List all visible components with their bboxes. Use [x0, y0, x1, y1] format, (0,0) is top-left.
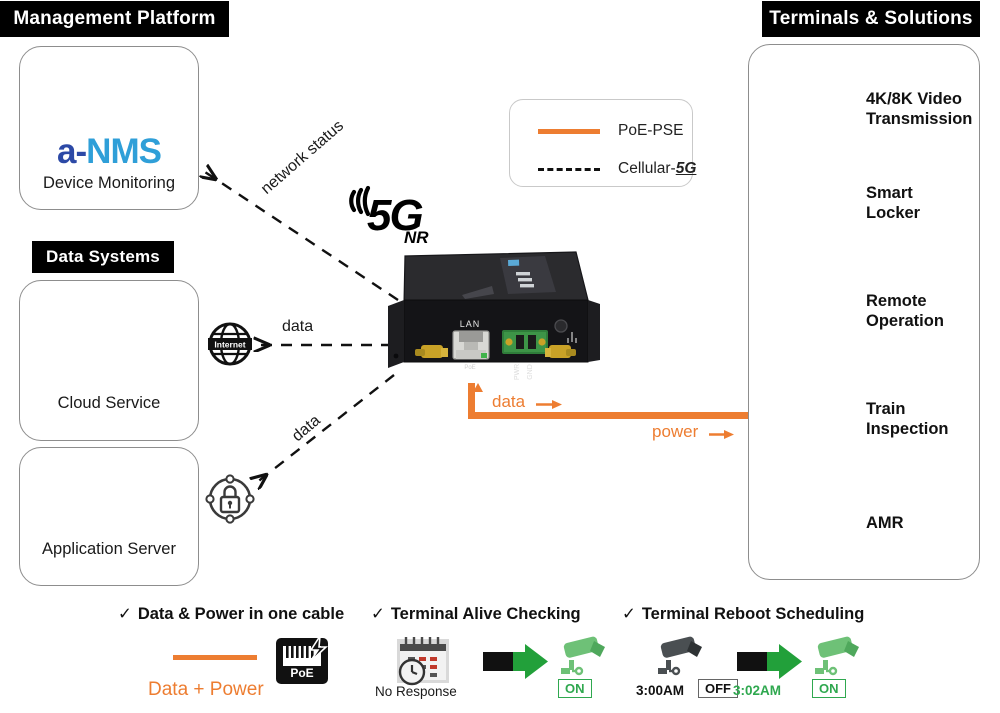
legend-swatch-dashed: [538, 167, 600, 171]
anms-logo-nms: NMS: [86, 132, 162, 171]
terminal-label-video: 4K/8K Video Transmission: [862, 90, 973, 130]
globe-internet-icon: Internet: [208, 322, 252, 366]
card-label-cloud-service: Cloud Service: [57, 394, 161, 412]
poe-power-arrow-icon: [709, 430, 734, 439]
feature-orange-line: [173, 655, 257, 660]
legend-label-cellular: Cellular-5G: [618, 160, 696, 178]
svg-text:PoE: PoE: [290, 666, 313, 680]
calendar-clock-icon: [397, 637, 449, 686]
feature-caption-data-power: Data + Power: [148, 679, 264, 700]
svg-text:PWR: PWR: [514, 364, 521, 380]
five-g-nr-badge: 5G NR: [349, 186, 435, 252]
transition-arrow-icon-2: [737, 644, 802, 679]
excavator-icon-slot: [758, 266, 862, 358]
feature-title-alive-checking-text: Terminal Alive Checking: [390, 605, 581, 623]
terminal-label-remote-line1: Remote: [866, 292, 927, 311]
anms-logo-a: a-: [57, 132, 87, 171]
camera-off-icon: [658, 636, 702, 676]
amr-robot-icon-slot: [758, 478, 862, 570]
state-badge-on-alive: ON: [558, 679, 592, 698]
anms-branding: a-NMS Device Monitoring: [19, 46, 199, 210]
card-label-device-monitoring: Device Monitoring: [42, 174, 176, 192]
card-label-application-server: Application Server: [42, 540, 176, 558]
terminal-label-locker: Smart Locker: [862, 184, 973, 224]
section-badge-management: Management Platform: [0, 1, 229, 37]
terminal-label-amr: AMR: [862, 514, 973, 534]
terminal-label-train-line2: Inspection: [866, 420, 949, 438]
check-icon-3: ✓: [622, 605, 636, 623]
router-device-illustration: LAN PoE PWR GND: [388, 251, 600, 380]
terminal-item-amr[interactable]: AMR: [758, 474, 973, 574]
camera-on-icon-1: [561, 636, 605, 676]
poe-label-data: data: [492, 392, 526, 411]
card-cloud-service[interactable]: [19, 280, 199, 441]
svg-text:LAN: LAN: [460, 319, 481, 329]
terminal-label-remote: Remote Operation: [862, 292, 973, 332]
reboot-time-after: 3:02AM: [733, 683, 782, 698]
feature-title-alive-checking: ✓ Terminal Alive Checking: [371, 604, 581, 624]
terminal-label-video-line1: 4K/8K Video: [866, 90, 962, 109]
terminal-item-locker[interactable]: Smart Locker: [758, 154, 973, 254]
secure-lock-icon: [205, 474, 255, 524]
svg-text:PoE: PoE: [464, 365, 475, 371]
terminal-item-remote-operation[interactable]: Remote Operation: [758, 262, 973, 362]
feature-caption-no-response: No Response: [375, 684, 457, 699]
poe-label-power: power: [652, 422, 699, 441]
feature-title-reboot-scheduling-text: Terminal Reboot Scheduling: [641, 605, 865, 623]
terminal-item-train[interactable]: Train Inspection: [758, 370, 973, 470]
diagram-canvas: Internet LAN PoE PWR GND PoE Management …: [0, 0, 1000, 713]
state-badge-off: OFF: [698, 679, 738, 698]
dome-camera-icon-slot: [758, 64, 862, 156]
svg-text:Internet: Internet: [214, 340, 245, 350]
legend-label-5g: 5G: [675, 160, 697, 177]
feature-title-one-cable-text: Data & Power in one cable: [137, 605, 345, 623]
legend-item-poe-pse: PoE-PSE: [538, 122, 683, 140]
legend-swatch-solid: [538, 128, 600, 134]
feature-title-one-cable: ✓ Data & Power in one cable: [118, 604, 344, 624]
section-badge-terminals: Terminals & Solutions: [762, 1, 980, 37]
terminal-label-locker-line2: Locker: [866, 204, 921, 222]
terminals-list: 4K/8K Video Transmission Smart Locker Re…: [748, 44, 980, 580]
poe-rj45-icon: PoE: [276, 635, 329, 684]
check-icon-2: ✓: [371, 605, 385, 623]
reboot-time-before: 3:00AM: [636, 683, 685, 698]
check-icon-1: ✓: [118, 605, 132, 623]
camera-on-icon-2: [815, 636, 859, 676]
anms-logo-text: a-NMS: [19, 134, 199, 169]
transition-arrow-icon-1: [483, 644, 548, 679]
terminal-label-remote-line2: Operation: [866, 312, 944, 330]
state-badge-on-reboot: ON: [812, 679, 846, 698]
terminal-item-video[interactable]: 4K/8K Video Transmission: [758, 60, 973, 160]
svg-text:GND: GND: [527, 364, 534, 380]
smart-locker-icon-slot: [758, 158, 862, 250]
feature-title-reboot-scheduling: ✓ Terminal Reboot Scheduling: [622, 604, 864, 624]
terminal-label-locker-line1: Smart: [866, 184, 913, 203]
terminal-label-amr-line1: AMR: [866, 514, 904, 533]
legend-label-poe-pse: PoE-PSE: [618, 122, 684, 139]
connection-label-data-internet: data: [282, 318, 314, 335]
legend-item-cellular-5g: Cellular-5G: [538, 160, 696, 178]
card-application-server[interactable]: [19, 447, 199, 586]
terminal-label-train-line1: Train: [866, 400, 906, 419]
legend-box: PoE-PSE Cellular-5G: [509, 99, 696, 187]
terminal-label-video-line2: Transmission: [866, 110, 973, 128]
poe-line-horizontal: [468, 412, 748, 419]
terminal-label-train: Train Inspection: [862, 400, 973, 440]
nr-text: NR: [404, 228, 429, 247]
train-icon-slot: [758, 374, 862, 466]
section-badge-data-systems: Data Systems: [32, 241, 174, 273]
connection-data-vpn: [256, 374, 395, 483]
legend-label-cellular-prefix: Cellular-: [618, 160, 676, 177]
